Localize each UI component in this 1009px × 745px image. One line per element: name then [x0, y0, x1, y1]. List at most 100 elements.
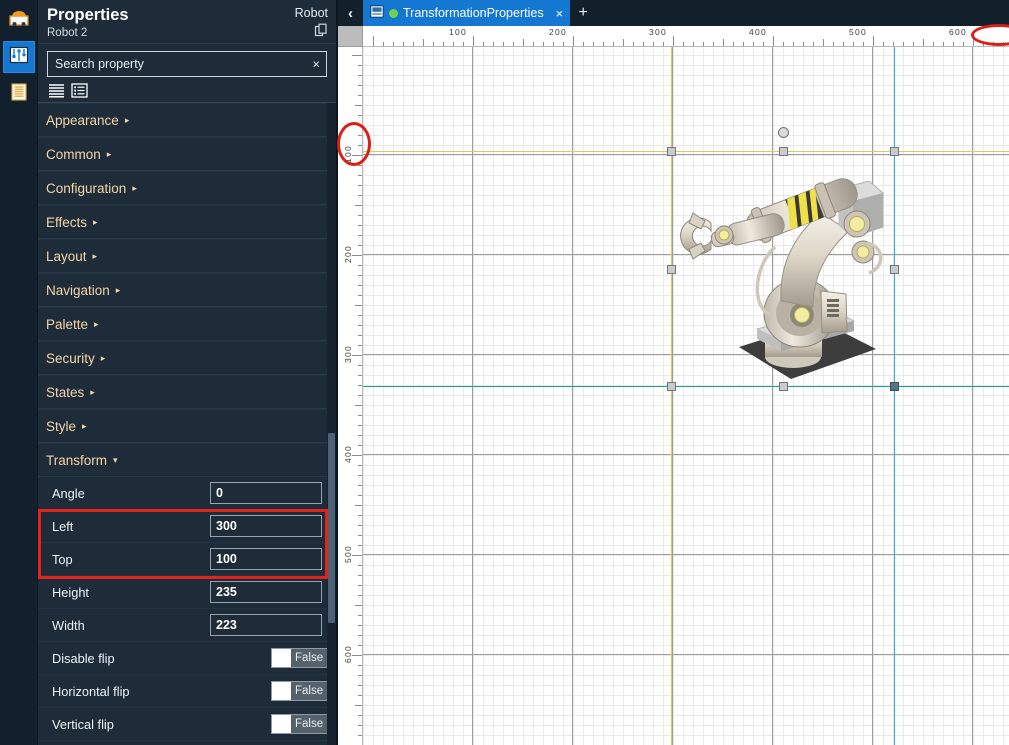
tab-close-icon[interactable]: × [556, 6, 564, 21]
chevron-right-icon: ▸ [132, 182, 137, 193]
category-label: Effects [46, 214, 88, 230]
vertical-ruler[interactable]: 100 200 300 400 500 600 [338, 47, 363, 745]
checkbox-box[interactable] [272, 649, 291, 667]
properties-panel: Properties Robot 2 Robot × [38, 0, 338, 745]
chevron-right-icon: ▸ [93, 216, 98, 227]
outline-icon [9, 82, 29, 107]
back-button[interactable]: ‹ [338, 0, 363, 26]
ruler-corner [338, 26, 363, 47]
rail-item-toolbox[interactable] [3, 4, 35, 36]
property-value-left[interactable] [210, 515, 322, 537]
category-label: Palette [46, 316, 89, 332]
property-toggle-disable-flip[interactable]: False [271, 648, 330, 668]
property-category-states[interactable]: States ▸ [38, 375, 336, 409]
object-type-block: Robot [295, 6, 328, 42]
property-category-transform[interactable]: Transform ▾ [38, 443, 336, 477]
property-row-angle[interactable]: Angle [38, 477, 336, 510]
chevron-right-icon: ▸ [100, 352, 106, 363]
tab-transformationproperties[interactable]: TransformationProperties × [363, 0, 571, 26]
chevron-right-icon: ▸ [90, 386, 95, 397]
tab-status-dot [389, 8, 398, 18]
property-category-palette[interactable]: Palette ▸ [38, 307, 336, 341]
page-title: Properties [47, 6, 129, 24]
grid-major-line [363, 654, 1009, 655]
property-row-left[interactable]: Left [38, 510, 336, 543]
chevron-right-icon: ▸ [115, 284, 121, 295]
rail-item-properties[interactable] [2, 41, 35, 73]
property-category-security[interactable]: Security ▸ [38, 341, 336, 375]
page-icon [370, 5, 384, 21]
new-tab-button[interactable]: + [570, 0, 596, 26]
property-category-navigation[interactable]: Navigation ▸ [38, 273, 336, 307]
chevron-right-icon: ▸ [124, 114, 130, 125]
property-category-layout[interactable]: Layout ▸ [38, 239, 336, 273]
checkbox-box[interactable] [272, 682, 291, 700]
category-label: Style [46, 418, 77, 434]
property-category-common[interactable]: Common ▸ [38, 137, 336, 171]
property-label-width: Width [52, 617, 85, 633]
selection-handle[interactable] [667, 382, 676, 391]
category-label: Security [46, 350, 95, 366]
horizontal-ruler[interactable]: 100 200 300 400 500 600 [363, 26, 1009, 47]
property-toggle-horizontal-flip[interactable]: False [271, 681, 330, 701]
properties-scrollbar[interactable] [327, 103, 336, 745]
property-value-top[interactable] [210, 548, 322, 570]
grid-major-line [363, 554, 1009, 555]
property-value-horizontal-flip: False [295, 685, 324, 697]
selection-handle[interactable] [890, 264, 899, 274]
flat-list-view-icon[interactable] [48, 83, 65, 98]
property-row-horizontal-flip[interactable]: Horizontal flip False [38, 675, 336, 708]
selection-handle[interactable] [890, 147, 899, 156]
categorized-view-icon[interactable] [71, 83, 88, 98]
property-value-angle[interactable] [210, 482, 322, 504]
property-label-height: Height [52, 584, 89, 600]
category-label: Navigation [46, 282, 110, 298]
guide-bottom [363, 386, 1009, 387]
property-row-width[interactable]: Width [38, 609, 336, 642]
property-value-disable-flip: False [295, 652, 324, 664]
property-label-top: Top [52, 551, 73, 567]
grid-major-line [363, 454, 1009, 455]
design-canvas[interactable] [363, 47, 1009, 745]
property-category-style[interactable]: Style ▸ [38, 409, 336, 443]
property-list[interactable]: Appearance ▸ Common ▸ Configuration ▸ Effects ▸… [38, 102, 336, 745]
selection-handle[interactable] [890, 382, 899, 391]
search-box[interactable]: × [47, 51, 327, 77]
tab-bar: ‹ TransformationProperties × + [338, 0, 1009, 26]
property-row-vertical-flip[interactable]: Vertical flip False [38, 708, 336, 741]
selected-object-name: Robot 2 [47, 27, 88, 39]
selection-handle[interactable] [667, 264, 676, 274]
property-row-disable-flip[interactable]: Disable flip False [38, 642, 336, 675]
category-label: Appearance [46, 112, 119, 128]
search-area: × [38, 44, 336, 77]
chevron-down-icon: ▾ [113, 454, 118, 465]
property-value-vertical-flip: False [295, 718, 324, 730]
category-label: Configuration [46, 180, 127, 196]
copy-icon[interactable] [314, 23, 328, 42]
selection-handle[interactable] [667, 147, 676, 156]
object-type-label: Robot [294, 6, 328, 20]
checkbox-box[interactable] [272, 715, 291, 733]
selection-handle[interactable] [778, 147, 788, 156]
left-icon-rail [0, 0, 38, 745]
property-category-appearance[interactable]: Appearance ▸ [38, 103, 336, 137]
properties-scrollbar-thumb[interactable] [328, 433, 335, 623]
properties-panel-header: Properties Robot 2 Robot [38, 0, 336, 44]
property-value-width[interactable] [210, 614, 322, 636]
editor-area: ‹ TransformationProperties × + 100 200 300… [337, 0, 1009, 745]
selection-handle[interactable] [778, 382, 788, 391]
property-label-disable-flip: Disable flip [52, 650, 115, 666]
property-category-configuration[interactable]: Configuration ▸ [38, 171, 336, 205]
rail-item-outline[interactable] [3, 78, 35, 110]
robot-arm-image[interactable] [671, 151, 894, 386]
category-label: Layout [46, 248, 87, 264]
property-category-effects[interactable]: Effects ▸ [38, 205, 336, 239]
rotation-handle[interactable] [777, 127, 789, 138]
tab-label: TransformationProperties [403, 6, 544, 20]
property-toggle-vertical-flip[interactable]: False [271, 714, 330, 734]
search-input[interactable] [48, 52, 326, 76]
property-row-top[interactable]: Top [38, 543, 336, 576]
search-clear-icon[interactable]: × [312, 58, 320, 71]
property-value-height[interactable] [210, 581, 322, 603]
property-row-height[interactable]: Height [38, 576, 336, 609]
